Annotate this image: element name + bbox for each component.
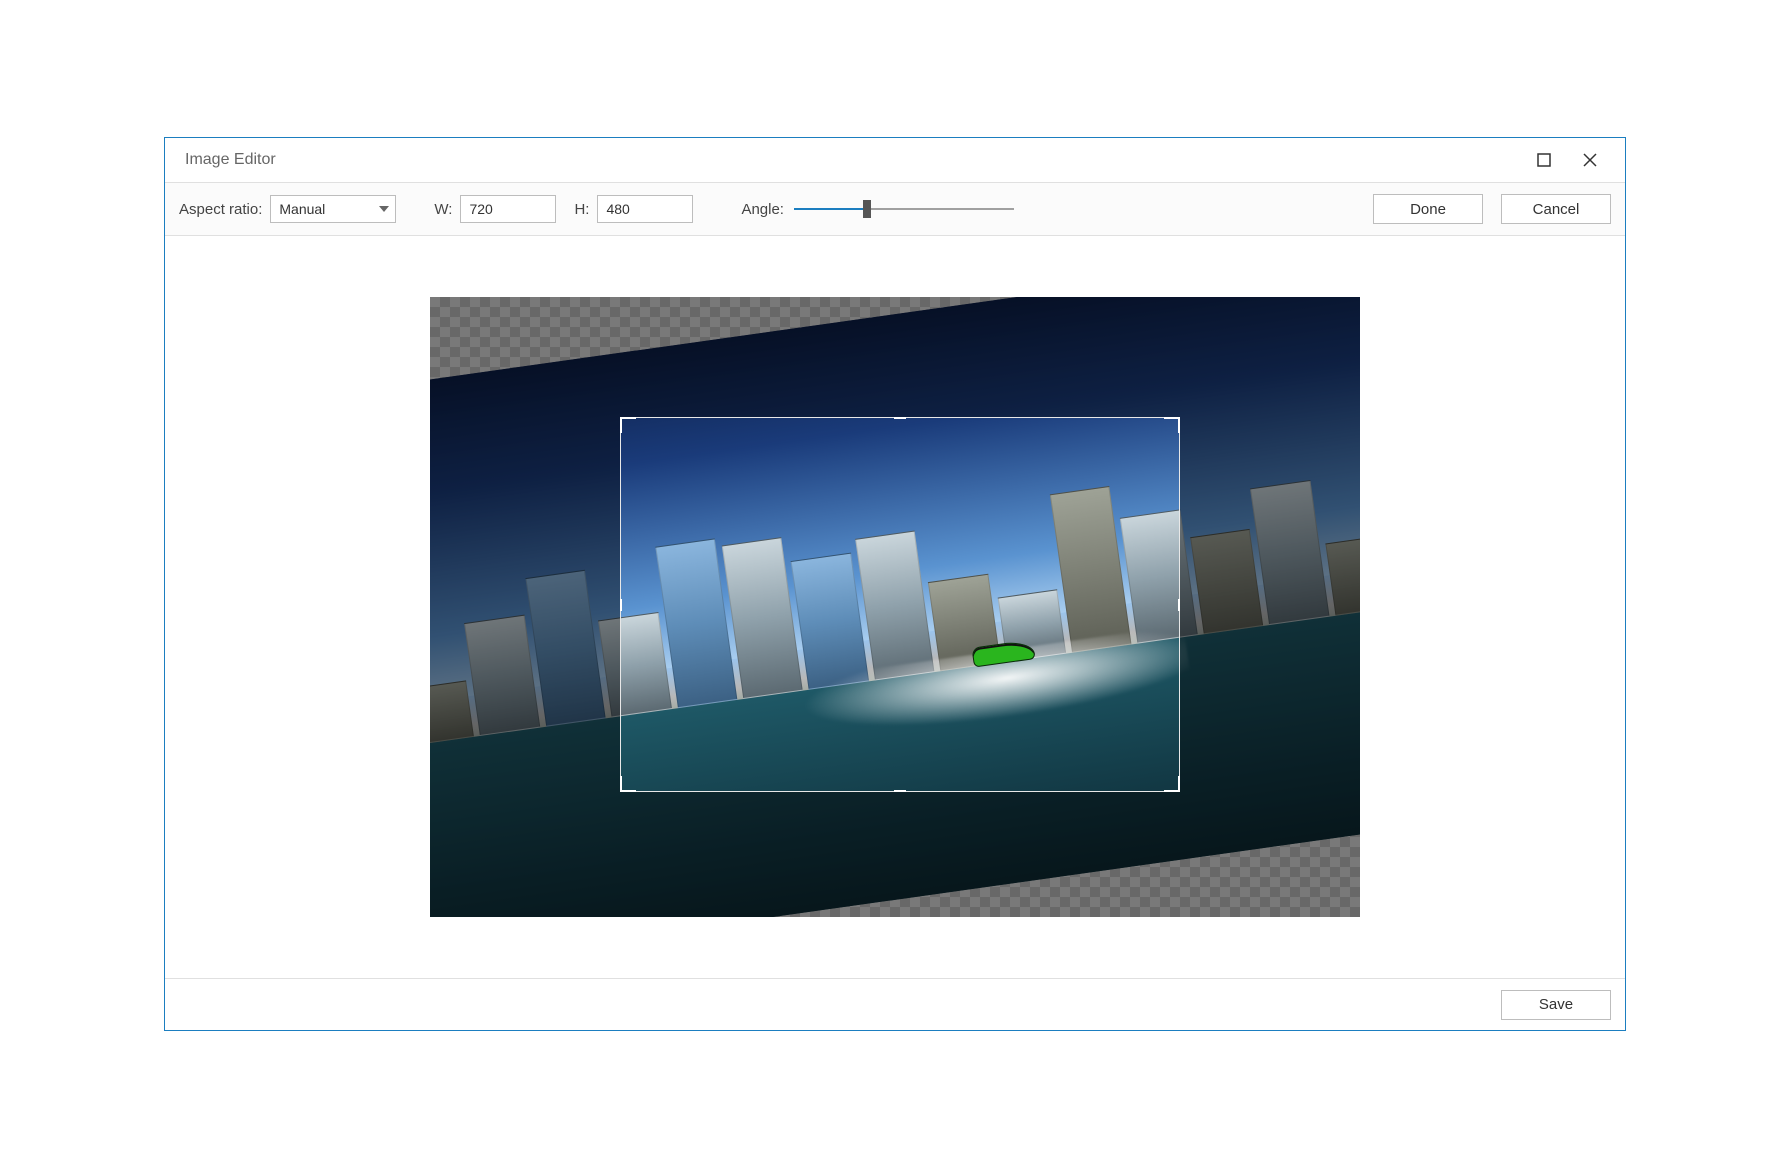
- crop-rectangle[interactable]: [620, 417, 1180, 792]
- crop-handle-right[interactable]: [1178, 599, 1180, 611]
- width-label: W:: [434, 201, 452, 218]
- image-editor-window: Image Editor Aspect ratio: Manual W: H: …: [164, 137, 1626, 1031]
- canvas-area: [165, 236, 1625, 978]
- crop-handle-tr[interactable]: [1164, 417, 1180, 433]
- crop-handle-br[interactable]: [1164, 776, 1180, 792]
- crop-handle-bottom[interactable]: [894, 790, 906, 792]
- slider-thumb[interactable]: [863, 200, 871, 218]
- close-icon[interactable]: [1567, 138, 1613, 182]
- done-button[interactable]: Done: [1373, 194, 1483, 224]
- titlebar: Image Editor: [165, 138, 1625, 182]
- aspect-ratio-label: Aspect ratio:: [179, 201, 262, 218]
- cancel-button[interactable]: Cancel: [1501, 194, 1611, 224]
- chevron-down-icon: [379, 206, 389, 212]
- image-canvas[interactable]: [430, 297, 1360, 917]
- width-input[interactable]: [460, 195, 556, 223]
- height-input[interactable]: [597, 195, 693, 223]
- aspect-ratio-value: Manual: [279, 201, 325, 217]
- crop-handle-left[interactable]: [620, 599, 622, 611]
- save-button[interactable]: Save: [1501, 990, 1611, 1020]
- crop-handle-bl[interactable]: [620, 776, 636, 792]
- aspect-ratio-select[interactable]: Manual: [270, 195, 396, 223]
- footer: Save: [165, 978, 1625, 1030]
- window-title: Image Editor: [185, 151, 276, 169]
- crop-handle-top[interactable]: [894, 417, 906, 419]
- angle-slider[interactable]: [794, 199, 1014, 219]
- slider-track-active: [794, 208, 867, 210]
- crop-handle-tl[interactable]: [620, 417, 636, 433]
- height-label: H:: [574, 201, 589, 218]
- maximize-icon[interactable]: [1521, 138, 1567, 182]
- crop-toolbar: Aspect ratio: Manual W: H: Angle: Done C…: [165, 182, 1625, 236]
- angle-label: Angle:: [741, 201, 784, 218]
